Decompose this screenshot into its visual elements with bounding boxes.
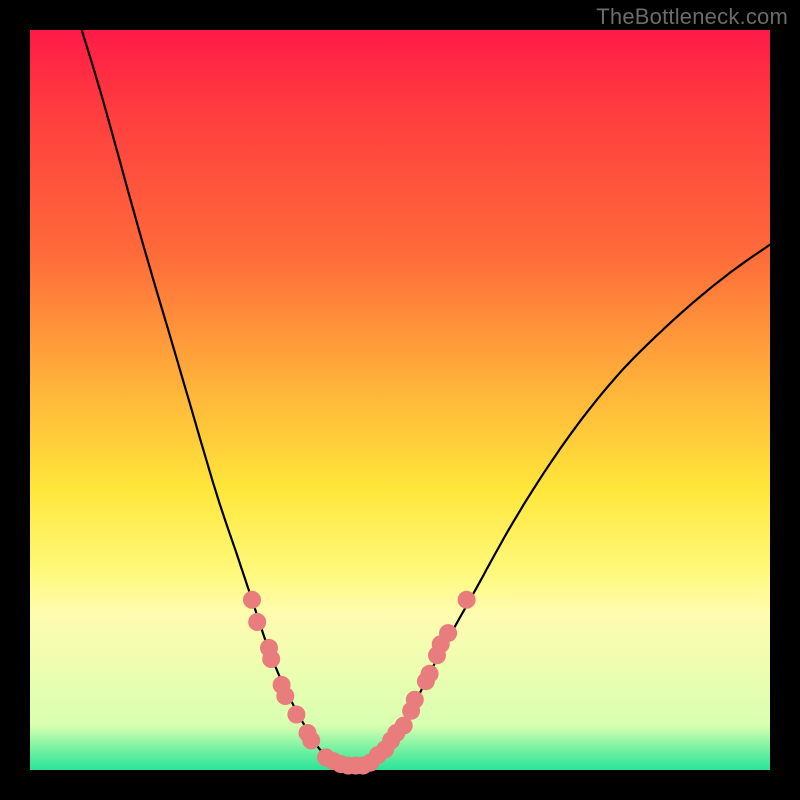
data-point xyxy=(243,591,261,609)
watermark-label: TheBottleneck.com xyxy=(596,4,788,30)
data-point xyxy=(421,665,439,683)
curve-bottleneck-curve-left xyxy=(82,30,341,766)
data-point xyxy=(248,613,266,631)
data-point xyxy=(458,591,476,609)
bottleneck-curve xyxy=(82,30,770,766)
chart-svg xyxy=(30,30,770,770)
data-point xyxy=(439,624,457,642)
data-point xyxy=(276,687,294,705)
plot-area xyxy=(30,30,770,770)
data-point xyxy=(262,650,280,668)
data-point xyxy=(302,731,320,749)
data-point xyxy=(287,706,305,724)
data-point xyxy=(406,691,424,709)
highlighted-points xyxy=(243,591,476,775)
curve-bottleneck-curve-right xyxy=(341,245,770,766)
chart-frame: TheBottleneck.com xyxy=(0,0,800,800)
